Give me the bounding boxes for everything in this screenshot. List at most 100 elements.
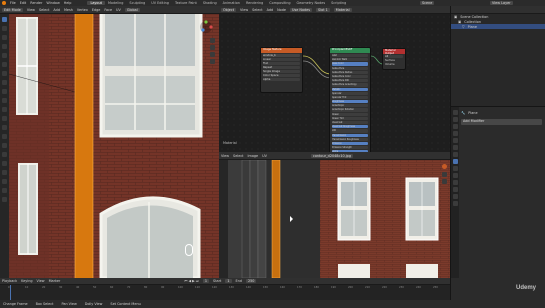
uv-pan-icon[interactable] bbox=[442, 179, 447, 184]
end-frame-field[interactable]: 250 bbox=[245, 279, 257, 283]
add-modifier-button[interactable]: Add Modifier bbox=[461, 119, 542, 125]
timeline-menu-playback[interactable]: Playback bbox=[2, 279, 17, 283]
viewport-menu-mesh[interactable]: Mesh bbox=[64, 8, 73, 12]
bsdf-input-row[interactable]: GGX bbox=[332, 54, 368, 58]
perspective-toggle-icon[interactable] bbox=[210, 59, 215, 64]
bsdf-input-row[interactable]: Base Color bbox=[332, 62, 368, 66]
tab-uv-editing[interactable]: UV Editing bbox=[148, 1, 172, 5]
zoom-icon[interactable] bbox=[210, 38, 215, 43]
scene-selector[interactable]: Scene bbox=[420, 1, 435, 5]
timeline-track[interactable]: 0 10 20 30 40 50 60 70 80 90 100 110 120 130 140 150 160… bbox=[0, 285, 450, 300]
tab-texture-paint[interactable]: Texture Paint bbox=[172, 1, 200, 5]
interpolation-field[interactable]: Linear bbox=[263, 58, 300, 61]
bsdf-input-row[interactable]: Sheen Tint bbox=[332, 116, 368, 120]
bsdf-input-row[interactable]: Anisotropic Rotation bbox=[332, 108, 368, 112]
tab-animation[interactable]: Animation bbox=[220, 1, 243, 5]
viewport-menu-edge[interactable]: Edge bbox=[92, 8, 101, 12]
editor-type-dropdown[interactable]: Object bbox=[221, 7, 237, 12]
rotate-tool-icon[interactable] bbox=[2, 44, 7, 49]
bsdf-input-row[interactable]: Clearcoat Roughness bbox=[332, 125, 368, 129]
bsdf-input-row[interactable]: IOR bbox=[332, 129, 368, 133]
pan-hand-icon[interactable] bbox=[210, 45, 215, 50]
view-layer-selector[interactable]: View Layer bbox=[490, 1, 513, 5]
viewport-menu-select[interactable]: Select bbox=[39, 8, 49, 12]
start-frame-field[interactable]: 1 bbox=[225, 279, 232, 283]
uv-menu-select[interactable]: Select bbox=[233, 154, 243, 158]
viewport-menu-vertex[interactable]: Vertex bbox=[77, 8, 88, 12]
constraints-tab-icon[interactable] bbox=[452, 180, 458, 185]
navigation-gizmo[interactable] bbox=[199, 20, 213, 34]
slot-dropdown[interactable]: Slot 1 bbox=[316, 7, 330, 12]
camera-view-icon[interactable] bbox=[210, 52, 215, 57]
inset-tool-icon[interactable] bbox=[2, 107, 7, 112]
node-menu-view[interactable]: View bbox=[240, 8, 248, 12]
edge-slide-tool-icon[interactable] bbox=[2, 170, 7, 175]
projection-field[interactable]: Flat bbox=[263, 62, 300, 65]
playhead[interactable] bbox=[10, 285, 11, 300]
add-cube-tool-icon[interactable] bbox=[2, 89, 7, 94]
principled-bsdf-node[interactable]: Principled BSDF GGX Random Walk Base Color… bbox=[329, 47, 371, 165]
bsdf-input-row[interactable]: Subsurface bbox=[332, 66, 368, 70]
image-selector[interactable]: contour_d2048c10.jpg bbox=[310, 153, 353, 158]
uv-zoom-icon[interactable] bbox=[442, 172, 447, 177]
render-tab-icon[interactable] bbox=[452, 117, 458, 122]
bsdf-input-row[interactable]: Metallic bbox=[332, 87, 368, 91]
tab-layout[interactable]: Layout bbox=[87, 1, 105, 5]
menu-render[interactable]: Render bbox=[30, 1, 42, 5]
menu-help[interactable]: Help bbox=[64, 1, 72, 5]
tab-rendering[interactable]: Rendering bbox=[243, 1, 266, 5]
bsdf-input-row[interactable]: Transmission Roughness bbox=[332, 137, 368, 141]
object-tab-icon[interactable] bbox=[452, 152, 458, 157]
uv-menu-uv[interactable]: UV bbox=[262, 154, 267, 158]
image-texture-node[interactable]: Image Texture window_b Linear Flat Repea… bbox=[260, 47, 303, 93]
menu-file[interactable]: File bbox=[10, 1, 16, 5]
color-space-field[interactable]: Color Space bbox=[263, 74, 300, 77]
uv-editor-canvas[interactable] bbox=[219, 160, 450, 278]
bsdf-input-row[interactable]: Subsurface Color bbox=[332, 74, 368, 79]
mode-selector[interactable]: Edit Mode bbox=[2, 7, 23, 12]
play-controls[interactable]: ⏮ ◀ ▶ ⏭ bbox=[184, 279, 199, 283]
uv-menu-image[interactable]: Image bbox=[248, 154, 259, 158]
world-tab-icon[interactable] bbox=[452, 145, 458, 150]
loop-cut-tool-icon[interactable] bbox=[2, 125, 7, 130]
bsdf-input-row[interactable]: Specular bbox=[332, 91, 368, 95]
transform-orientation-dropdown[interactable]: Global bbox=[124, 7, 140, 12]
output-target-dropdown[interactable]: All bbox=[385, 55, 403, 58]
alpha-field[interactable]: Alpha bbox=[263, 78, 300, 81]
3d-viewport[interactable] bbox=[9, 14, 219, 278]
timeline-menu-view[interactable]: View bbox=[37, 279, 45, 283]
spin-tool-icon[interactable] bbox=[2, 152, 7, 157]
node-menu-add[interactable]: Add bbox=[267, 8, 274, 12]
scene-tab-icon[interactable] bbox=[452, 138, 458, 143]
shear-tool-icon[interactable] bbox=[2, 188, 7, 193]
bsdf-input-row[interactable]: Subsurface Anisotropy bbox=[332, 83, 368, 87]
particles-tab-icon[interactable] bbox=[452, 166, 458, 171]
bsdf-input-row[interactable]: Emission Strength bbox=[332, 146, 368, 150]
blender-logo-icon[interactable] bbox=[2, 1, 6, 5]
select-box-tool-icon[interactable] bbox=[2, 17, 7, 22]
source-field[interactable]: Single Image bbox=[263, 70, 300, 73]
texture-tab-icon[interactable] bbox=[452, 201, 458, 206]
node-editor-canvas[interactable]: Image Texture window_b Linear Flat Repea… bbox=[219, 14, 450, 165]
bsdf-input-row[interactable]: Anisotropic bbox=[332, 104, 368, 108]
bsdf-input-row[interactable]: Subsurface Radius bbox=[332, 70, 368, 74]
bsdf-input-row[interactable]: Clearcoat bbox=[332, 121, 368, 125]
bsdf-input-row[interactable]: Roughness bbox=[332, 100, 368, 104]
tab-shading[interactable]: Shading bbox=[200, 1, 220, 5]
measure-tool-icon[interactable] bbox=[2, 80, 7, 85]
scale-tool-icon[interactable] bbox=[2, 53, 7, 58]
viewport-menu-view[interactable]: View bbox=[27, 8, 35, 12]
data-tab-icon[interactable] bbox=[452, 187, 458, 192]
physics-tab-icon[interactable] bbox=[452, 173, 458, 178]
node-menu-node[interactable]: Node bbox=[277, 8, 286, 12]
timeline-menu-keying[interactable]: Keying bbox=[21, 279, 32, 283]
bsdf-input-row[interactable]: Specular Tint bbox=[332, 95, 368, 100]
tab-geometry-nodes[interactable]: Geometry Nodes bbox=[294, 1, 329, 5]
tool-tab-icon[interactable] bbox=[452, 110, 458, 115]
material-tab-icon[interactable] bbox=[452, 194, 458, 199]
tab-scripting[interactable]: Scripting bbox=[328, 1, 349, 5]
bsdf-input-row[interactable]: Emission bbox=[332, 141, 368, 146]
uv-menu-view[interactable]: View bbox=[221, 154, 229, 158]
move-tool-icon[interactable] bbox=[2, 35, 7, 40]
current-frame-field[interactable]: 1 bbox=[202, 279, 210, 283]
